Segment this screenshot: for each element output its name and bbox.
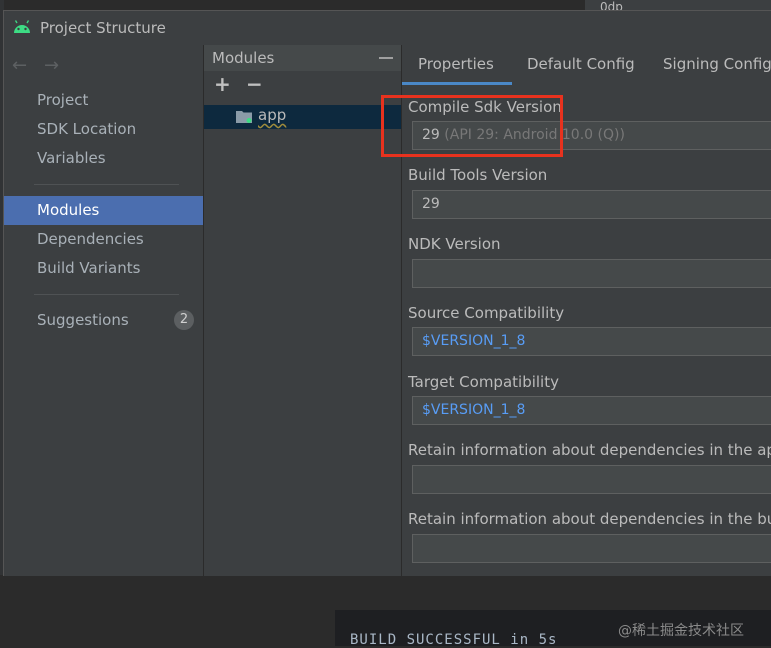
collapse-icon[interactable]	[379, 57, 393, 59]
nav-item-label: Variables	[37, 149, 106, 167]
ndk-version-label: NDK Version	[408, 235, 501, 253]
nav-item-variables[interactable]: Variables	[4, 144, 203, 173]
nav-item-label: Dependencies	[37, 230, 144, 248]
nav-item-suggestions[interactable]: Suggestions 2	[4, 306, 203, 335]
nav-item-sdk-location[interactable]: SDK Location	[4, 115, 203, 144]
module-folder-icon	[236, 111, 252, 123]
nav-item-label: Build Variants	[37, 259, 141, 277]
modules-panel: Modules + − app	[204, 45, 402, 576]
nav-item-dependencies[interactable]: Dependencies	[4, 225, 203, 254]
target-compat-value: $VERSION_1_8	[422, 402, 526, 418]
dialog-title: Project Structure	[40, 19, 166, 37]
build-tools-label: Build Tools Version	[408, 166, 548, 184]
target-compat-label: Target Compatibility	[408, 373, 559, 391]
build-tools-combobox[interactable]: 29	[412, 190, 771, 219]
nav-item-label: SDK Location	[37, 120, 137, 138]
retain-apk-label: Retain information about dependencies in…	[408, 441, 771, 459]
forward-arrow-icon[interactable]: →	[44, 55, 59, 76]
retain-apk-combobox[interactable]	[412, 465, 771, 494]
retain-bundle-combobox[interactable]	[412, 534, 771, 563]
source-compat-value: $VERSION_1_8	[422, 333, 526, 349]
nav-divider	[34, 184, 179, 185]
annotation-highlight-box	[381, 95, 563, 157]
build-tools-value: 29	[422, 196, 440, 212]
retain-bundle-label: Retain information about dependencies in…	[408, 510, 771, 528]
nav-item-label: Suggestions	[37, 311, 129, 329]
back-arrow-icon[interactable]: ←	[12, 55, 27, 76]
dialog-titlebar[interactable]: Project Structure	[4, 11, 771, 45]
nav-divider	[34, 294, 179, 295]
tab-bar: Properties Default Config Signing Config…	[402, 45, 771, 85]
nav-item-build-variants[interactable]: Build Variants	[4, 254, 203, 283]
settings-nav: ← → Project SDK Location Variables Modul…	[4, 45, 204, 576]
android-icon	[14, 20, 30, 33]
remove-module-button[interactable]: −	[246, 72, 263, 96]
nav-item-label: Modules	[37, 201, 100, 219]
suggestions-count-badge: 2	[174, 310, 194, 330]
nav-item-modules[interactable]: Modules	[4, 196, 203, 225]
source-compat-combobox[interactable]: $VERSION_1_8	[412, 327, 771, 356]
add-module-button[interactable]: +	[214, 72, 231, 96]
module-item-label: app	[258, 106, 287, 124]
ndk-version-combobox[interactable]	[412, 259, 771, 288]
modules-header: Modules	[204, 45, 401, 71]
tab-signing-configs[interactable]: Signing Configs	[663, 55, 771, 73]
modules-title: Modules	[212, 49, 275, 67]
source-compat-label: Source Compatibility	[408, 304, 565, 322]
watermark: @稀土掘金技术社区	[618, 623, 744, 639]
properties-form: Compile Sdk Version 29 (API 29: Android …	[402, 85, 771, 576]
nav-item-project[interactable]: Project	[4, 86, 203, 115]
module-item-app[interactable]: app	[204, 105, 401, 129]
tab-default-config[interactable]: Default Config	[527, 55, 635, 73]
tab-properties[interactable]: Properties	[418, 55, 494, 73]
nav-item-label: Project	[37, 91, 89, 109]
target-compat-combobox[interactable]: $VERSION_1_8	[412, 396, 771, 425]
